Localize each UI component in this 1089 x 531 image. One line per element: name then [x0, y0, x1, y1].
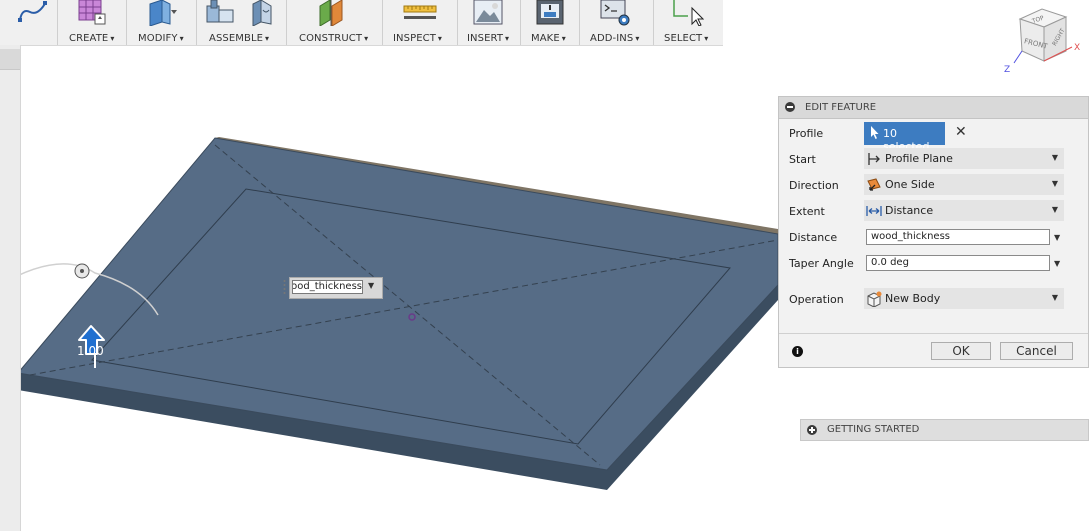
one-side-icon — [867, 178, 881, 191]
sketch-curve-icon[interactable] — [16, 0, 50, 26]
toolbar-modify-label: MODIFY ▾ — [138, 33, 184, 44]
toolbar-create[interactable]: CREATE ▾ — [58, 0, 126, 45]
browser-panel-collapsed[interactable] — [0, 45, 21, 531]
taper-angle-label: Taper Angle — [789, 257, 854, 270]
distance-label: Distance — [789, 231, 838, 244]
chevron-down-icon[interactable]: ▼ — [368, 281, 374, 290]
operation-label: Operation — [789, 293, 844, 306]
clear-selection-icon[interactable]: ✕ — [955, 124, 967, 140]
direction-select[interactable]: One Side ▼ — [864, 174, 1064, 195]
taper-angle-handle-dot — [80, 269, 84, 273]
taper-angle-input[interactable]: 0.0 deg — [866, 255, 1050, 271]
measure-icon — [403, 5, 437, 19]
chevron-down-icon: ▼ — [1051, 293, 1058, 302]
toolbar-insert[interactable]: INSERT ▾ — [458, 0, 520, 45]
z-axis-label: Z — [1004, 65, 1010, 75]
profile-plane-icon — [868, 153, 880, 165]
scripts-addins-icon — [600, 0, 630, 26]
extent-select[interactable]: Distance ▼ — [864, 200, 1064, 221]
toolbar-inspect[interactable]: INSPECT ▾ — [383, 0, 457, 45]
cursor-arrow-icon — [871, 126, 879, 139]
toolbar-select-label: SELECT ▾ — [664, 33, 709, 44]
toolbar-modify[interactable]: MODIFY ▾ — [127, 0, 196, 45]
toolbar-make[interactable]: MAKE ▾ — [521, 0, 579, 45]
toolbar-construct[interactable]: CONSTRUCT ▾ — [287, 0, 382, 45]
toolbar-assemble-label: ASSEMBLE ▾ — [209, 33, 270, 44]
edit-feature-panel: EDIT FEATURE Profile 10 selected ✕ Start… — [778, 96, 1089, 368]
start-select[interactable]: Profile Plane ▼ — [864, 148, 1064, 169]
profile-selection-button[interactable]: 10 selected — [864, 122, 945, 153]
chevron-down-icon: ▼ — [1051, 153, 1058, 162]
distance-dimension-box[interactable]: wood_thickness ▼ — [289, 277, 383, 299]
toolbar-add-ins[interactable]: ADD-INS ▾ — [580, 0, 653, 45]
info-icon[interactable]: i — [792, 346, 803, 357]
distance-input[interactable]: wood_thickness — [866, 229, 1050, 245]
toolbar-construct-label: CONSTRUCT ▾ — [299, 33, 369, 44]
toolbar-make-label: MAKE ▾ — [531, 33, 566, 44]
operation-value: New Body — [885, 292, 941, 305]
distance-icon — [866, 206, 882, 216]
create-form-icon — [78, 0, 106, 25]
collapse-icon[interactable] — [785, 102, 795, 112]
expand-icon[interactable] — [807, 425, 817, 435]
select-arrow-icon — [673, 0, 704, 26]
cancel-button[interactable]: Cancel — [1000, 342, 1073, 360]
profile-label: Profile — [789, 127, 824, 140]
chevron-down-icon: ▼ — [1051, 205, 1058, 214]
assemble-icon — [206, 0, 272, 26]
distance-value: wood_thickness — [871, 231, 950, 242]
panel-footer-divider — [779, 333, 1088, 334]
ok-button[interactable]: OK — [931, 342, 991, 360]
toolbar-sketch-group[interactable] — [0, 0, 57, 45]
toolbar-create-label: CREATE ▾ — [69, 33, 115, 44]
getting-started-panel[interactable]: GETTING STARTED — [800, 419, 1089, 441]
toolbar-inspect-label: INSPECT ▾ — [393, 33, 443, 44]
extent-value: Distance — [885, 204, 934, 217]
distance-readout: 1.00 — [77, 344, 104, 358]
chevron-down-icon[interactable]: ▼ — [1054, 233, 1060, 242]
toolbar-insert-label: INSERT ▾ — [467, 33, 510, 44]
new-body-icon — [867, 291, 882, 307]
extent-label: Extent — [789, 205, 825, 218]
operation-select[interactable]: New Body ▼ — [864, 288, 1064, 309]
direction-label: Direction — [789, 179, 839, 192]
toolbar-select[interactable]: SELECT ▾ — [654, 0, 723, 45]
distance-dimension-input[interactable]: wood_thickness — [292, 280, 363, 294]
getting-started-title: GETTING STARTED — [827, 424, 920, 435]
toolbar-add-ins-label: ADD-INS ▾ — [590, 33, 640, 44]
z-axis-line — [1013, 50, 1023, 64]
3d-print-icon — [536, 0, 564, 25]
direction-value: One Side — [885, 178, 935, 191]
modify-icon — [149, 0, 177, 26]
chevron-down-icon: ▼ — [1051, 179, 1058, 188]
drag-handle-icon[interactable] — [283, 279, 286, 295]
toolbar-assemble[interactable]: ASSEMBLE ▾ — [197, 0, 286, 45]
taper-angle-value: 0.0 deg — [871, 257, 909, 268]
start-value: Profile Plane — [885, 152, 953, 165]
construct-plane-icon — [319, 0, 343, 26]
main-toolbar: CREATE▾ MODIFY▾ ASSEMBLE▾ CONSTRUCT▾ — [0, 0, 723, 46]
panel-header[interactable]: EDIT FEATURE — [779, 97, 1088, 119]
x-axis-label: X — [1074, 43, 1080, 53]
viewcube[interactable]: TOP FRONT RIGHT X Z — [1000, 3, 1089, 75]
panel-title: EDIT FEATURE — [805, 102, 877, 113]
start-label: Start — [789, 153, 816, 166]
insert-image-icon — [473, 0, 503, 25]
browser-tab[interactable] — [0, 49, 20, 70]
chevron-down-icon[interactable]: ▼ — [1054, 259, 1060, 268]
